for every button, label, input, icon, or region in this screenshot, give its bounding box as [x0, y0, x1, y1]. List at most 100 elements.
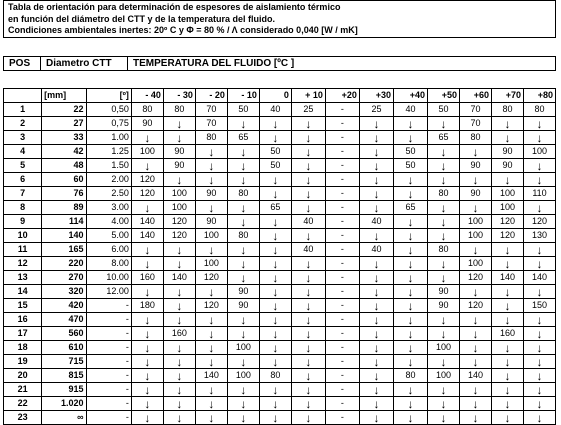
row-pos: 22: [2, 396, 43, 411]
thickness-cell: -: [324, 284, 360, 299]
thickness-cell: 70: [194, 102, 228, 117]
down-arrow-icon: ↓: [130, 130, 164, 145]
down-arrow-icon: ↓: [258, 214, 292, 229]
down-arrow-icon: ↓: [130, 382, 164, 397]
thickness-cell: 120: [162, 214, 196, 229]
row-diameter: 60: [41, 172, 87, 187]
thickness-cell: -: [324, 326, 360, 341]
row-angle: -: [85, 368, 132, 383]
row-pos: 1: [2, 102, 43, 117]
header-temperature: TEMPERATURA DEL FLUIDO [ºC ]: [133, 58, 295, 69]
row-angle: 5.00: [85, 228, 132, 243]
down-arrow-icon: ↓: [258, 382, 292, 397]
down-arrow-icon: ↓: [392, 228, 429, 243]
down-arrow-icon: ↓: [258, 186, 292, 201]
down-arrow-icon: ↓: [522, 312, 557, 327]
down-arrow-icon: ↓: [358, 368, 394, 383]
down-arrow-icon: ↓: [358, 354, 394, 369]
down-arrow-icon: ↓: [427, 312, 461, 327]
thickness-cell: -: [324, 144, 360, 159]
row-angle: 1.50: [85, 158, 132, 173]
down-arrow-icon: ↓: [459, 144, 492, 159]
down-arrow-icon: ↓: [392, 382, 429, 397]
down-arrow-icon: ↓: [226, 396, 260, 411]
row-angle: 1.00: [85, 130, 132, 145]
table-row: 17 560- ↓ 160 ↓ ↓ ↓ ↓ - ↓ ↓ ↓ ↓ 160 ↓: [2, 326, 557, 341]
down-arrow-icon: ↓: [358, 116, 394, 131]
down-arrow-icon: ↓: [491, 284, 524, 299]
down-arrow-icon: ↓: [194, 144, 228, 159]
down-arrow-icon: ↓: [258, 340, 292, 355]
row-diameter: 42: [41, 144, 87, 159]
table-row: 10 140 5.00 140 120 100 80 ↓ ↓ - ↓ ↓ ↓ 100 120 130: [2, 228, 557, 243]
row-angle: -: [85, 298, 132, 313]
row-angle: -: [85, 354, 132, 369]
down-arrow-icon: ↓: [290, 312, 326, 327]
thickness-cell: 65: [226, 130, 260, 145]
row-diameter: 610: [41, 340, 87, 355]
down-arrow-icon: ↓: [459, 410, 492, 425]
row-pos: 18: [2, 340, 43, 355]
units-deg: [º]: [85, 88, 132, 103]
thickness-cell: 25: [290, 102, 326, 117]
down-arrow-icon: ↓: [358, 172, 394, 187]
thickness-cell: 90: [194, 214, 228, 229]
down-arrow-icon: ↓: [162, 354, 196, 369]
down-arrow-icon: ↓: [162, 130, 196, 145]
down-arrow-icon: ↓: [130, 312, 164, 327]
thickness-cell: 70: [459, 116, 492, 131]
row-angle: -: [85, 382, 132, 397]
thickness-cell: 100: [162, 200, 196, 215]
thickness-cell: -: [324, 410, 360, 425]
down-arrow-icon: ↓: [194, 340, 228, 355]
down-arrow-icon: ↓: [290, 396, 326, 411]
thickness-cell: 140: [162, 270, 196, 285]
row-angle: 4.00: [85, 214, 132, 229]
down-arrow-icon: ↓: [290, 172, 326, 187]
down-arrow-icon: ↓: [427, 354, 461, 369]
row-pos: 11: [2, 242, 43, 257]
row-angle: 2.50: [85, 186, 132, 201]
table-row: 13 270 10.00 160 140 120 ↓ ↓ ↓ - ↓ ↓ ↓ 120 140 140: [2, 270, 557, 285]
units-mm: [mm]: [41, 88, 87, 103]
down-arrow-icon: ↓: [226, 410, 260, 425]
table-row: 15 420-180 ↓ 120 90 ↓ ↓ - ↓ ↓ 90 120 ↓ 150: [2, 298, 557, 313]
thickness-cell: 50: [258, 158, 292, 173]
down-arrow-icon: ↓: [226, 116, 260, 131]
thickness-cell: 150: [522, 298, 557, 313]
row-pos: 9: [2, 214, 43, 229]
down-arrow-icon: ↓: [290, 354, 326, 369]
down-arrow-icon: ↓: [522, 158, 557, 173]
down-arrow-icon: ↓: [290, 410, 326, 425]
down-arrow-icon: ↓: [392, 340, 429, 355]
down-arrow-icon: ↓: [427, 326, 461, 341]
down-arrow-icon: ↓: [392, 242, 429, 257]
units-pos-cell: [2, 88, 43, 103]
temperature-header-cell: 0: [258, 88, 292, 103]
thickness-cell: 100: [226, 340, 260, 355]
down-arrow-icon: ↓: [162, 396, 196, 411]
thickness-cell: 50: [392, 158, 429, 173]
thickness-cell: -: [324, 172, 360, 187]
thickness-cell: 80: [522, 102, 557, 117]
down-arrow-icon: ↓: [491, 396, 524, 411]
down-arrow-icon: ↓: [392, 284, 429, 299]
down-arrow-icon: ↓: [226, 214, 260, 229]
table-row: 9 114 4.00 140 120 90 ↓ ↓ 40-40 ↓ ↓ 100 120 120: [2, 214, 557, 229]
insulation-table: [mm] [º] - 40- 30- 20- 10 0 + 10 +20 +30 +40 +…: [2, 88, 557, 425]
row-diameter: 420: [41, 298, 87, 313]
down-arrow-icon: ↓: [459, 326, 492, 341]
thickness-cell: -: [324, 396, 360, 411]
temperature-header-cell: +70: [491, 88, 524, 103]
down-arrow-icon: ↓: [427, 172, 461, 187]
thickness-cell: 140: [130, 214, 164, 229]
down-arrow-icon: ↓: [258, 410, 292, 425]
down-arrow-icon: ↓: [290, 382, 326, 397]
temperature-header-cell: +40: [392, 88, 429, 103]
table-row: 16 470- ↓ ↓ ↓ ↓ ↓ ↓ - ↓ ↓ ↓ ↓ ↓ ↓: [2, 312, 557, 327]
down-arrow-icon: ↓: [194, 326, 228, 341]
down-arrow-icon: ↓: [427, 214, 461, 229]
thickness-cell: 90: [162, 158, 196, 173]
down-arrow-icon: ↓: [522, 396, 557, 411]
down-arrow-icon: ↓: [392, 354, 429, 369]
